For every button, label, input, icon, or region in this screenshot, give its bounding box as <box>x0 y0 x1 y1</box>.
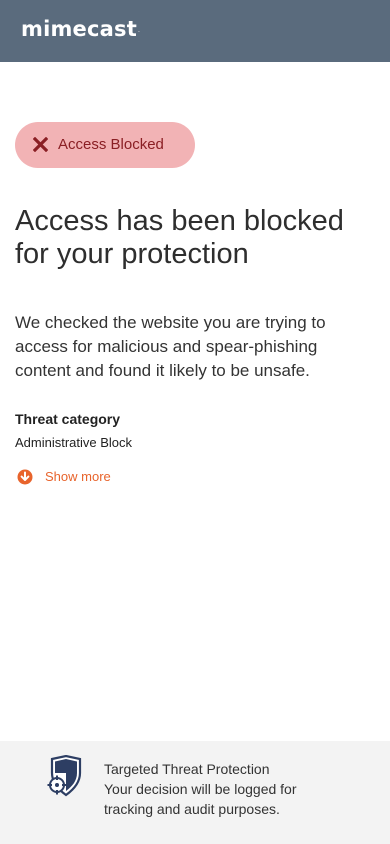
arrow-down-circle-icon <box>17 469 33 485</box>
show-more-label: Show more <box>45 469 111 484</box>
footer-logging-notice-2: tracking and audit purposes. <box>104 801 280 817</box>
shield-crosshair-icon <box>45 754 87 799</box>
close-icon <box>32 136 49 153</box>
page-title: Access has been blocked for your protect… <box>15 205 344 270</box>
footer-product-name: Targeted Threat Protection <box>104 761 270 777</box>
mimecast-logo: mimecast· <box>21 14 140 44</box>
page-description: We checked the website you are trying to… <box>15 313 326 380</box>
footer: Targeted Threat Protection Your decision… <box>0 741 390 844</box>
blocked-page: mimecast· Access Blocked Access has been… <box>0 0 390 844</box>
threat-category-heading: Threat category <box>15 411 121 427</box>
status-badge-label: Access Blocked <box>58 136 164 153</box>
threat-category-value: Administrative Block <box>15 435 133 450</box>
footer-text: Targeted Threat Protection Your decision… <box>104 759 354 819</box>
footer-logging-notice-1: Your decision will be logged for <box>104 781 297 797</box>
status-badge: Access Blocked <box>15 122 195 168</box>
logo-mark: · <box>137 29 141 36</box>
logo-text: mimecast <box>21 17 137 41</box>
header-bar: mimecast· <box>0 0 390 62</box>
